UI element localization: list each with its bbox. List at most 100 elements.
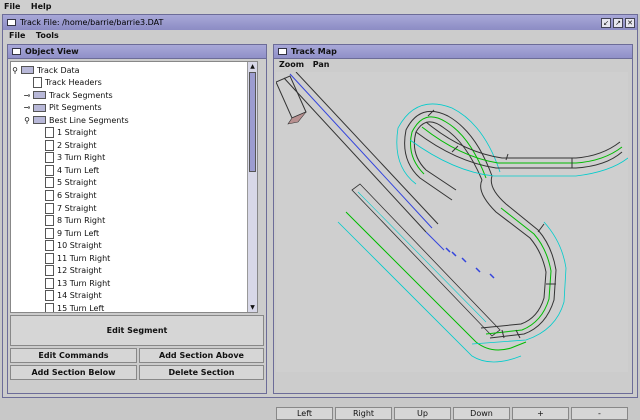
object-view-title: Object View <box>25 47 79 56</box>
tree-node[interactable]: 13 Turn Right <box>45 277 110 289</box>
app-menubar: File Help <box>0 0 640 14</box>
document-icon <box>33 77 42 89</box>
tree-node[interactable]: Track Headers <box>33 77 102 89</box>
pan-right-button[interactable]: Right <box>335 407 392 420</box>
lower-loop <box>337 175 567 363</box>
document-icon <box>45 139 54 151</box>
scroll-down-icon[interactable]: ▼ <box>248 303 257 312</box>
document-icon <box>45 252 54 264</box>
tree-node-label: 13 Turn Right <box>57 278 111 288</box>
edit-commands-button[interactable]: Edit Commands <box>10 348 137 363</box>
window-icon <box>7 19 16 26</box>
tree-node[interactable]: ⊸ Pit Segments <box>24 102 102 114</box>
expanded-toggle-icon[interactable]: ⚲ <box>11 66 19 75</box>
pit-strip <box>351 183 501 337</box>
window-menu-file[interactable]: File <box>5 30 29 41</box>
expanded-toggle-icon[interactable]: ⚲ <box>23 116 31 125</box>
tree-node[interactable]: 4 Turn Left <box>45 164 99 176</box>
tree-node-label: Best Line Segments <box>49 115 129 125</box>
panel-icon <box>12 48 21 55</box>
document-icon <box>45 202 54 214</box>
document-icon <box>45 265 54 277</box>
track-map-canvas[interactable] <box>276 72 628 372</box>
start-straight <box>276 75 307 125</box>
tree-node-label: Track Data <box>37 65 80 75</box>
scroll-up-icon[interactable]: ▲ <box>248 62 257 71</box>
add-section-below-button[interactable]: Add Section Below <box>10 365 137 380</box>
upper-hairpin <box>396 103 628 201</box>
folder-icon <box>33 116 46 125</box>
tree-node[interactable]: 15 Turn Left <box>45 302 105 313</box>
edit-segment-button[interactable]: Edit Segment <box>10 315 264 346</box>
track-map-title: Track Map <box>291 47 337 56</box>
document-icon <box>45 302 54 312</box>
menu-file[interactable]: File <box>0 0 24 11</box>
document-icon <box>45 227 54 239</box>
delete-section-button[interactable]: Delete Section <box>139 365 264 380</box>
tree-node-label: 2 Straight <box>57 140 97 150</box>
minimize-icon[interactable]: ↙ <box>601 17 611 28</box>
window-title-bar[interactable]: Track File: /home/barrie/barrie3.DAT ↙ ↗… <box>3 15 637 30</box>
tree-node[interactable]: 14 Straight <box>45 290 102 302</box>
track-map-menubar: Zoom Pan <box>276 59 332 71</box>
tree-node[interactable]: 11 Turn Right <box>45 252 110 264</box>
main-straight <box>283 72 495 279</box>
tree-node-label: Track Headers <box>45 78 102 88</box>
pan-left-button[interactable]: Left <box>276 407 333 420</box>
document-icon <box>45 152 54 164</box>
tree-node[interactable]: 8 Turn Right <box>45 215 105 227</box>
tree-node-label: 7 Straight <box>57 203 97 213</box>
tree-node-label: 15 Turn Left <box>57 303 105 313</box>
document-icon <box>45 127 54 139</box>
tree-node[interactable]: 1 Straight <box>45 127 97 139</box>
object-view-panel: Object View 17 Turn Right16 Straight15 T… <box>7 44 267 394</box>
tree-node-label: Track Segments <box>49 90 113 100</box>
tree-node[interactable]: ⊸ Track Segments <box>24 89 113 101</box>
tree-node[interactable]: 5 Straight <box>45 177 97 189</box>
pan-menu[interactable]: Pan <box>310 59 333 70</box>
pan-up-button[interactable]: Up <box>394 407 451 420</box>
tree-node[interactable]: ⚲ Best Line Segments <box>24 114 129 126</box>
tree-node[interactable]: 9 Turn Left <box>45 227 99 239</box>
object-tree[interactable]: 17 Turn Right16 Straight15 Turn Left14 S… <box>10 61 258 313</box>
menu-help[interactable]: Help <box>27 0 56 11</box>
tree-node-label: 1 Straight <box>57 128 97 138</box>
tree-node-label: 10 Straight <box>57 241 102 251</box>
tree-scrollbar[interactable]: ▲ ▼ <box>247 62 257 312</box>
tree-node-label: 9 Turn Left <box>57 228 100 238</box>
zoom-in-button[interactable]: + <box>512 407 569 420</box>
maximize-icon[interactable]: ↗ <box>613 17 623 28</box>
tree-node[interactable]: 7 Straight <box>45 202 97 214</box>
folder-icon <box>33 91 46 100</box>
tree-node[interactable]: ⚲ Track Data <box>12 64 80 76</box>
tree-node[interactable]: 3 Turn Right <box>45 152 105 164</box>
tree-node[interactable]: 10 Straight <box>45 240 102 252</box>
collapsed-toggle-icon[interactable]: ⊸ <box>23 91 31 100</box>
add-section-above-button[interactable]: Add Section Above <box>139 348 264 363</box>
document-icon <box>45 290 54 302</box>
panel-icon <box>278 48 287 55</box>
window-menubar: File Tools <box>3 30 637 42</box>
tree-node-label: 4 Turn Left <box>57 165 100 175</box>
collapsed-toggle-icon[interactable]: ⊸ <box>23 103 31 112</box>
segment-markers <box>427 109 573 339</box>
tree-node[interactable]: 6 Straight <box>45 190 97 202</box>
document-icon <box>45 177 54 189</box>
window-title: Track File: /home/barrie/barrie3.DAT <box>20 18 164 27</box>
tree-node-label: 14 Straight <box>57 291 102 301</box>
zoom-out-button[interactable]: - <box>571 407 628 420</box>
tree-node[interactable]: 2 Straight <box>45 139 97 151</box>
tree-node-label: 11 Turn Right <box>57 253 111 263</box>
object-view-title-bar: Object View <box>8 45 266 59</box>
track-map-panel: Track Map Zoom Pan Left Right Up Down + … <box>273 44 633 420</box>
window-menu-tools[interactable]: Tools <box>32 30 63 41</box>
tree-node-label: 12 Straight <box>57 266 102 276</box>
close-icon[interactable]: ✕ <box>625 17 635 28</box>
tree-node[interactable]: 12 Straight <box>45 265 102 277</box>
track-file-window: Track File: /home/barrie/barrie3.DAT ↙ ↗… <box>2 14 638 420</box>
document-icon <box>45 215 54 227</box>
pan-down-button[interactable]: Down <box>453 407 510 420</box>
scroll-thumb[interactable] <box>249 72 256 172</box>
track-drawing <box>276 72 628 363</box>
zoom-menu[interactable]: Zoom <box>276 59 307 70</box>
